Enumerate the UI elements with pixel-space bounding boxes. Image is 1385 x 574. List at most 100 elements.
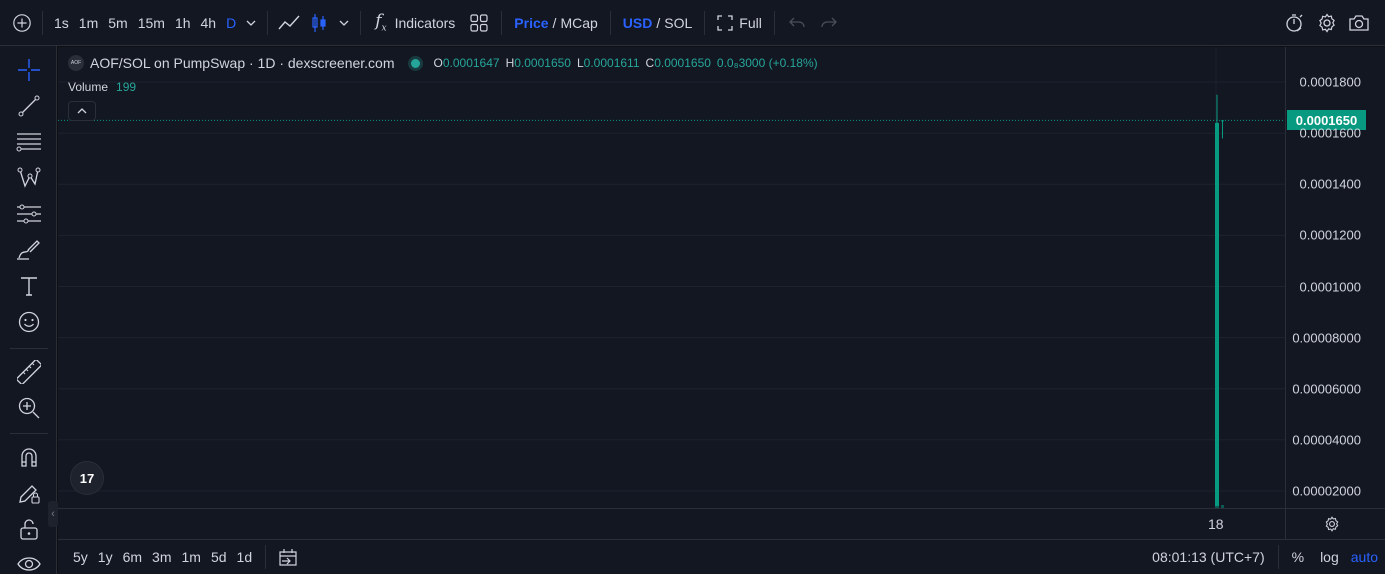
time-axis-label: 18 bbox=[1208, 516, 1224, 532]
divider bbox=[267, 10, 269, 35]
redo-button[interactable] bbox=[813, 7, 845, 39]
alert-button[interactable] bbox=[1279, 7, 1311, 39]
magnet-tool[interactable] bbox=[14, 442, 44, 472]
crosshair-tool[interactable] bbox=[14, 55, 44, 85]
axis-settings-corner bbox=[1285, 508, 1385, 539]
interval-1h-button[interactable]: 1h bbox=[170, 7, 196, 39]
pattern-tool[interactable] bbox=[14, 163, 44, 193]
price-mcap-toggle[interactable]: Price / MCap bbox=[508, 7, 604, 39]
interval-dropdown-button[interactable] bbox=[241, 7, 261, 39]
volume-label: Volume bbox=[68, 80, 109, 94]
redo-icon bbox=[821, 17, 837, 27]
divider bbox=[265, 545, 267, 569]
lock-all-tool[interactable] bbox=[14, 514, 44, 544]
price-option[interactable]: Price bbox=[514, 15, 548, 31]
range-5d-button[interactable]: 5d bbox=[206, 549, 232, 565]
change-value: 0.0₈3000 (+0.18%) bbox=[716, 56, 818, 70]
fullscreen-icon bbox=[717, 14, 733, 31]
mcap-option[interactable]: MCap bbox=[560, 15, 597, 31]
trend-line-tool[interactable] bbox=[14, 91, 44, 121]
market-status-dot bbox=[410, 58, 420, 68]
axis-settings-button[interactable] bbox=[1324, 516, 1342, 534]
settings-button[interactable] bbox=[1311, 7, 1343, 39]
screenshot-button[interactable] bbox=[1343, 7, 1375, 39]
interval-5m-button[interactable]: 5m bbox=[103, 7, 132, 39]
camera-icon bbox=[1349, 15, 1369, 31]
symbol-title[interactable]: AOF/SOL on PumpSwap · 1D · dexscreener.c… bbox=[90, 55, 395, 71]
gear-icon bbox=[1319, 13, 1335, 33]
ohlc-values: O0.0001647 H0.0001650 L0.0001611 C0.0001… bbox=[434, 56, 818, 70]
price-axis-label: 0.0001200 bbox=[1299, 227, 1361, 243]
fullscreen-button[interactable]: Full bbox=[711, 7, 768, 39]
top-right-tools bbox=[1279, 7, 1375, 39]
unlock-icon bbox=[20, 519, 38, 540]
price-axis-label: 0.00004000 bbox=[1292, 432, 1361, 448]
hide-drawings-tool[interactable] bbox=[14, 549, 44, 574]
range-1m-button[interactable]: 1m bbox=[177, 549, 206, 565]
forecast-tool[interactable] bbox=[14, 199, 44, 229]
log-scale-toggle[interactable]: log bbox=[1315, 549, 1344, 565]
interval-1m-button[interactable]: 1m bbox=[74, 7, 103, 39]
interval-4h-button[interactable]: 4h bbox=[196, 7, 222, 39]
tradingview-logo[interactable]: 17 bbox=[70, 461, 104, 495]
goto-date-button[interactable] bbox=[276, 545, 300, 569]
range-6m-button[interactable]: 6m bbox=[118, 549, 147, 565]
collapse-legend-button[interactable] bbox=[68, 101, 96, 121]
divider bbox=[501, 10, 503, 35]
currency-toggle[interactable]: USD / SOL bbox=[617, 7, 698, 39]
chart-pane[interactable]: AOF AOF/SOL on PumpSwap · 1D · dexscreen… bbox=[58, 47, 1285, 508]
gear-icon bbox=[1325, 516, 1339, 532]
text-tool[interactable] bbox=[14, 271, 44, 301]
usd-option[interactable]: USD bbox=[623, 15, 653, 31]
horizontal-lines-icon bbox=[16, 133, 41, 152]
brush-tool[interactable] bbox=[14, 235, 44, 265]
volume-bar bbox=[1215, 453, 1219, 508]
full-label: Full bbox=[739, 14, 762, 31]
plus-circle-icon bbox=[13, 13, 31, 32]
fib-tool[interactable] bbox=[14, 127, 44, 157]
collapse-toolbar-button[interactable]: ‹ bbox=[48, 501, 58, 527]
lock-drawings-tool[interactable] bbox=[14, 478, 44, 508]
zoom-in-icon bbox=[18, 397, 40, 419]
time-axis[interactable]: 18 bbox=[58, 508, 1285, 539]
price-axis[interactable]: 0.0001650 0.0001800 0.0001600 0.0001400 0.0… bbox=[1285, 47, 1385, 508]
range-1y-button[interactable]: 1y bbox=[93, 549, 118, 565]
text-icon bbox=[21, 277, 37, 296]
smiley-icon bbox=[18, 311, 40, 333]
sol-option[interactable]: SOL bbox=[664, 15, 692, 31]
close-value: 0.0001650 bbox=[654, 56, 711, 70]
price-axis-label: 0.0001800 bbox=[1299, 74, 1361, 90]
symbol-badge: AOF bbox=[70, 60, 82, 66]
chart-canvas[interactable] bbox=[58, 47, 1285, 508]
date-range-group: 5y 1y 6m 3m 1m 5d 1d bbox=[68, 549, 257, 565]
zoom-tool[interactable] bbox=[14, 393, 44, 423]
interval-d-button[interactable]: D bbox=[221, 7, 241, 39]
divider bbox=[704, 10, 706, 35]
interval-15m-button[interactable]: 15m bbox=[133, 7, 170, 39]
pattern-icon bbox=[17, 167, 41, 188]
percent-scale-toggle[interactable]: % bbox=[1287, 549, 1309, 565]
auto-scale-toggle[interactable]: auto bbox=[1346, 549, 1383, 565]
undo-button[interactable] bbox=[781, 7, 813, 39]
pencil-lock-icon bbox=[19, 485, 40, 504]
chart-type-line-button[interactable] bbox=[274, 7, 304, 39]
chevron-up-icon bbox=[77, 108, 87, 114]
divider bbox=[773, 10, 775, 35]
sliders-icon bbox=[17, 204, 41, 224]
range-3m-button[interactable]: 3m bbox=[147, 549, 176, 565]
crosshair-icon bbox=[18, 59, 40, 81]
layouts-button[interactable] bbox=[463, 7, 495, 39]
slash-separator: / bbox=[552, 14, 557, 31]
indicators-button[interactable]: fx Indicators bbox=[367, 7, 463, 39]
add-symbol-button[interactable] bbox=[8, 7, 36, 39]
measure-tool[interactable] bbox=[14, 357, 44, 387]
low-key: L bbox=[576, 56, 584, 70]
range-5y-button[interactable]: 5y bbox=[68, 549, 93, 565]
timezone-clock[interactable]: 08:01:13 (UTC+7) bbox=[1147, 549, 1269, 565]
range-1d-button[interactable]: 1d bbox=[232, 549, 258, 565]
chart-type-candles-button[interactable] bbox=[304, 7, 334, 39]
chart-type-dropdown-button[interactable] bbox=[334, 7, 354, 39]
emoji-tool[interactable] bbox=[14, 307, 44, 337]
interval-1s-button[interactable]: 1s bbox=[49, 7, 74, 39]
undo-icon bbox=[788, 17, 805, 27]
